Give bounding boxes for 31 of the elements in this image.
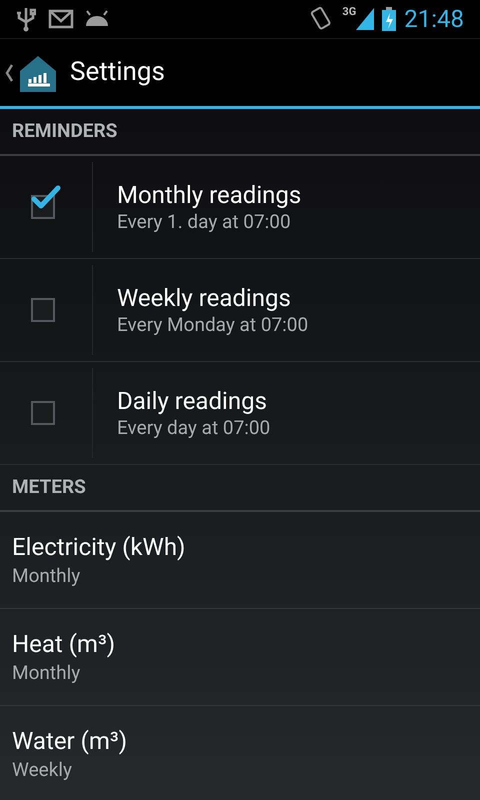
preference-title: Daily readings <box>117 386 268 416</box>
signal-icon <box>356 8 374 30</box>
preference-summary: Monthly <box>12 660 82 686</box>
preference-row[interactable]: Electricity (kWh) Monthly <box>0 512 480 609</box>
preference-row[interactable]: Weekly readings Every Monday at 07:00 <box>0 259 480 362</box>
checkbox[interactable] <box>31 185 61 219</box>
preference-row[interactable]: Heat (m³) Monthly <box>0 609 480 706</box>
back-caret-icon <box>4 62 14 82</box>
preference-title: Weekly readings <box>117 283 292 313</box>
preference-summary: Monthly <box>12 563 82 589</box>
clock: 21:48 <box>404 4 464 35</box>
preference-row[interactable]: Water (m³) Weekly <box>0 706 480 800</box>
title: Settings <box>70 56 165 89</box>
preference-title: Heat (m³) <box>12 629 116 660</box>
preference-title: Monthly readings <box>117 180 302 210</box>
preference-title: Water (m³) <box>12 726 128 757</box>
preference-summary: Every Monday at 07:00 <box>117 313 308 337</box>
preference-summary: Weekly <box>12 757 73 783</box>
mail-icon <box>48 9 74 29</box>
battery-icon <box>382 7 396 31</box>
usb-icon <box>16 6 36 32</box>
checkmark-icon <box>31 185 61 211</box>
preference-summary: Every day at 07:00 <box>117 416 270 440</box>
section-header: REMINDERS <box>12 118 118 144</box>
preference-row[interactable]: Monthly readings Every 1. day at 07:00 <box>0 156 480 259</box>
robot-icon <box>84 9 110 29</box>
preference-title: Electricity (kWh) <box>12 532 186 563</box>
section-header: METERS <box>12 474 86 500</box>
preference-summary: Every 1. day at 07:00 <box>117 210 292 234</box>
network-type: 3G <box>342 4 356 20</box>
preference-row[interactable]: Daily readings Every day at 07:00 <box>0 362 480 465</box>
